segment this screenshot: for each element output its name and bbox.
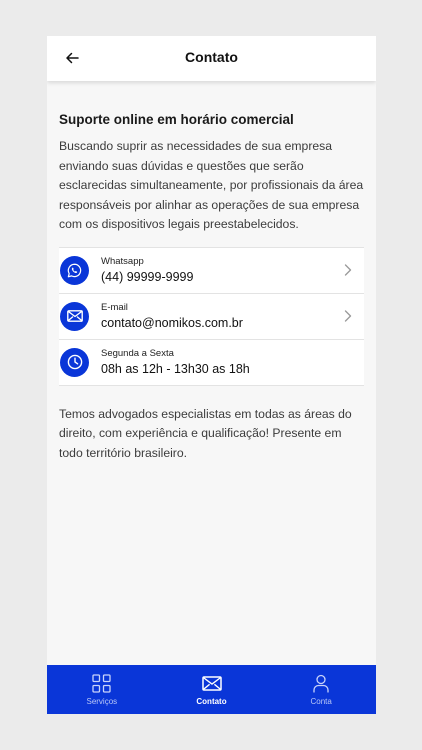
chevron-right-icon <box>342 263 354 277</box>
contact-item-email[interactable]: E-mail contato@nomikos.com.br <box>59 293 364 340</box>
contact-label: Segunda a Sexta <box>101 347 174 359</box>
nav-label: Serviços <box>86 697 118 706</box>
mail-icon <box>60 301 89 331</box>
nav-label: Contato <box>196 697 227 706</box>
mail-icon <box>201 673 222 693</box>
grid-icon <box>92 673 112 693</box>
info-text: Temos advogados especialistas em todas a… <box>59 406 352 460</box>
chevron-right-icon <box>342 309 354 323</box>
main-content: Suporte online em horário comercial Busc… <box>59 81 364 463</box>
contact-label: E-mail <box>101 301 128 313</box>
bottom-nav: Serviços Contato Conta <box>47 665 376 714</box>
contact-value: 08h as 12h - 13h30 as 18h <box>101 361 250 376</box>
nav-item-servicos[interactable]: Serviços <box>47 665 157 714</box>
contact-value: contato@nomikos.com.br <box>101 315 243 330</box>
nav-label: Conta <box>310 697 332 706</box>
contact-item-hours: Segunda a Sexta 08h as 12h - 13h30 as 18… <box>59 339 364 386</box>
app-screen: Contato Suporte online em horário comerc… <box>47 36 376 714</box>
app-header: Contato <box>47 36 376 81</box>
contact-label: Whatsapp <box>101 255 144 267</box>
contact-list: Whatsapp (44) 99999-9999 E-mail contato@… <box>59 246 364 386</box>
page-title: Contato <box>185 49 238 65</box>
contact-item-whatsapp[interactable]: Whatsapp (44) 99999-9999 <box>59 247 364 294</box>
section-title: Suporte online em horário comercial <box>59 112 294 127</box>
contact-value: (44) 99999-9999 <box>101 269 194 284</box>
whatsapp-icon <box>60 255 89 285</box>
section-description: Buscando suprir as necessidades de sua e… <box>59 139 364 231</box>
nav-item-conta[interactable]: Conta <box>266 665 376 714</box>
user-icon <box>311 673 331 693</box>
nav-item-contato[interactable]: Contato <box>157 665 267 714</box>
clock-icon <box>60 347 89 377</box>
